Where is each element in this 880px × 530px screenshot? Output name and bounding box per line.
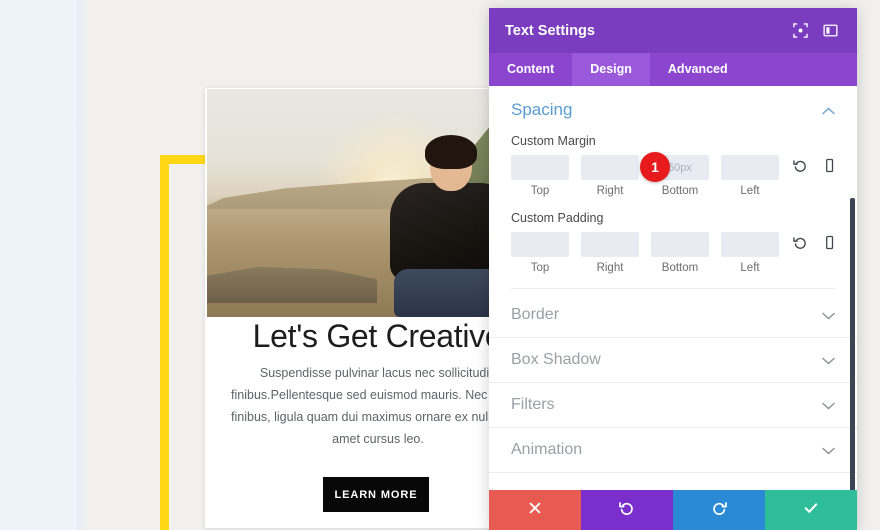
person-hair xyxy=(425,135,477,169)
margin-reset-icon[interactable] xyxy=(793,158,808,173)
tab-content[interactable]: Content xyxy=(489,53,572,86)
learn-more-button[interactable]: LEARN MORE xyxy=(323,477,429,512)
focus-target-icon[interactable] xyxy=(789,20,811,42)
section-box-shadow[interactable]: Box Shadow xyxy=(489,338,857,383)
redo-button[interactable] xyxy=(673,490,765,530)
panel-tabs: Content Design Advanced xyxy=(489,53,857,86)
margin-top-field: Top xyxy=(511,155,569,197)
text-settings-panel: Text Settings Content Design Advanced Sp… xyxy=(489,8,857,530)
padding-bottom-field: Bottom xyxy=(651,232,709,274)
custom-padding-inputs: Top Right Bottom Left xyxy=(511,232,779,274)
spacing-section-header[interactable]: Spacing xyxy=(511,100,835,120)
custom-margin-label: Custom Margin xyxy=(511,134,596,148)
section-box-shadow-label: Box Shadow xyxy=(511,351,601,368)
margin-top-caption: Top xyxy=(530,185,550,197)
screen: Let's Get Creative Suspendisse pulvinar … xyxy=(0,0,880,530)
margin-notification-badge[interactable]: 1 xyxy=(640,152,670,182)
section-border-label: Border xyxy=(511,306,560,323)
tab-advanced[interactable]: Advanced xyxy=(650,53,746,86)
margin-left-caption: Left xyxy=(740,185,760,197)
spacing-section-title: Spacing xyxy=(511,100,573,119)
padding-top-field: Top xyxy=(511,232,569,274)
padding-left-caption: Left xyxy=(740,262,760,274)
chevron-down-icon[interactable] xyxy=(822,444,835,457)
panel-footer xyxy=(489,490,857,530)
left-rail-fade xyxy=(78,0,88,530)
custom-margin-row: Top Right Bottom Left xyxy=(511,152,837,197)
section-animation-label: Animation xyxy=(511,441,583,458)
margin-right-input[interactable] xyxy=(581,155,639,180)
padding-bottom-input[interactable] xyxy=(651,232,709,257)
tab-design[interactable]: Design xyxy=(572,53,650,86)
custom-padding-label: Custom Padding xyxy=(511,211,604,225)
save-button[interactable] xyxy=(765,490,857,530)
margin-top-input[interactable] xyxy=(511,155,569,180)
padding-right-caption: Right xyxy=(596,262,624,274)
margin-bottom-caption: Bottom xyxy=(661,185,699,197)
padding-row-icons xyxy=(793,232,837,250)
left-rail xyxy=(0,0,78,530)
margin-right-caption: Right xyxy=(596,185,624,197)
margin-left-field: Left xyxy=(721,155,779,197)
spacing-section: Spacing Custom Margin Top Right 50px Bot… xyxy=(489,86,857,293)
redo-icon xyxy=(711,500,727,520)
margin-right-field: Right xyxy=(581,155,639,197)
section-divider xyxy=(511,288,835,289)
panel-title: Text Settings xyxy=(505,22,595,39)
padding-right-field: Right xyxy=(581,232,639,274)
padding-bottom-caption: Bottom xyxy=(661,262,699,274)
panel-scrollbar[interactable] xyxy=(850,198,855,490)
section-filters[interactable]: Filters xyxy=(489,383,857,428)
close-icon xyxy=(528,501,542,519)
checkmark-icon xyxy=(803,500,819,520)
undo-icon xyxy=(619,500,635,520)
padding-reset-icon[interactable] xyxy=(793,235,808,250)
padding-responsive-icon[interactable] xyxy=(822,235,837,250)
page-body-text: Suspendisse pulvinar lacus nec sollicitu… xyxy=(231,366,525,446)
custom-padding-row: Top Right Bottom Left xyxy=(511,232,835,274)
padding-top-input[interactable] xyxy=(511,232,569,257)
margin-row-icons xyxy=(793,155,837,173)
panel-layout-icon[interactable] xyxy=(819,20,841,42)
padding-top-caption: Top xyxy=(530,262,550,274)
padding-right-input[interactable] xyxy=(581,232,639,257)
undo-button[interactable] xyxy=(581,490,673,530)
section-filters-label: Filters xyxy=(511,396,555,413)
section-border[interactable]: Border xyxy=(489,293,857,338)
cancel-button[interactable] xyxy=(489,490,581,530)
chevron-down-icon[interactable] xyxy=(822,309,835,322)
panel-body: Spacing Custom Margin Top Right 50px Bot… xyxy=(489,86,857,490)
chevron-up-icon[interactable] xyxy=(822,104,835,117)
panel-header: Text Settings xyxy=(489,8,857,53)
padding-left-field: Left xyxy=(721,232,779,274)
padding-left-input[interactable] xyxy=(721,232,779,257)
chevron-down-icon[interactable] xyxy=(822,399,835,412)
margin-responsive-icon[interactable] xyxy=(822,158,837,173)
chevron-down-icon[interactable] xyxy=(822,354,835,367)
section-animation[interactable]: Animation xyxy=(489,428,857,473)
margin-left-input[interactable] xyxy=(721,155,779,180)
